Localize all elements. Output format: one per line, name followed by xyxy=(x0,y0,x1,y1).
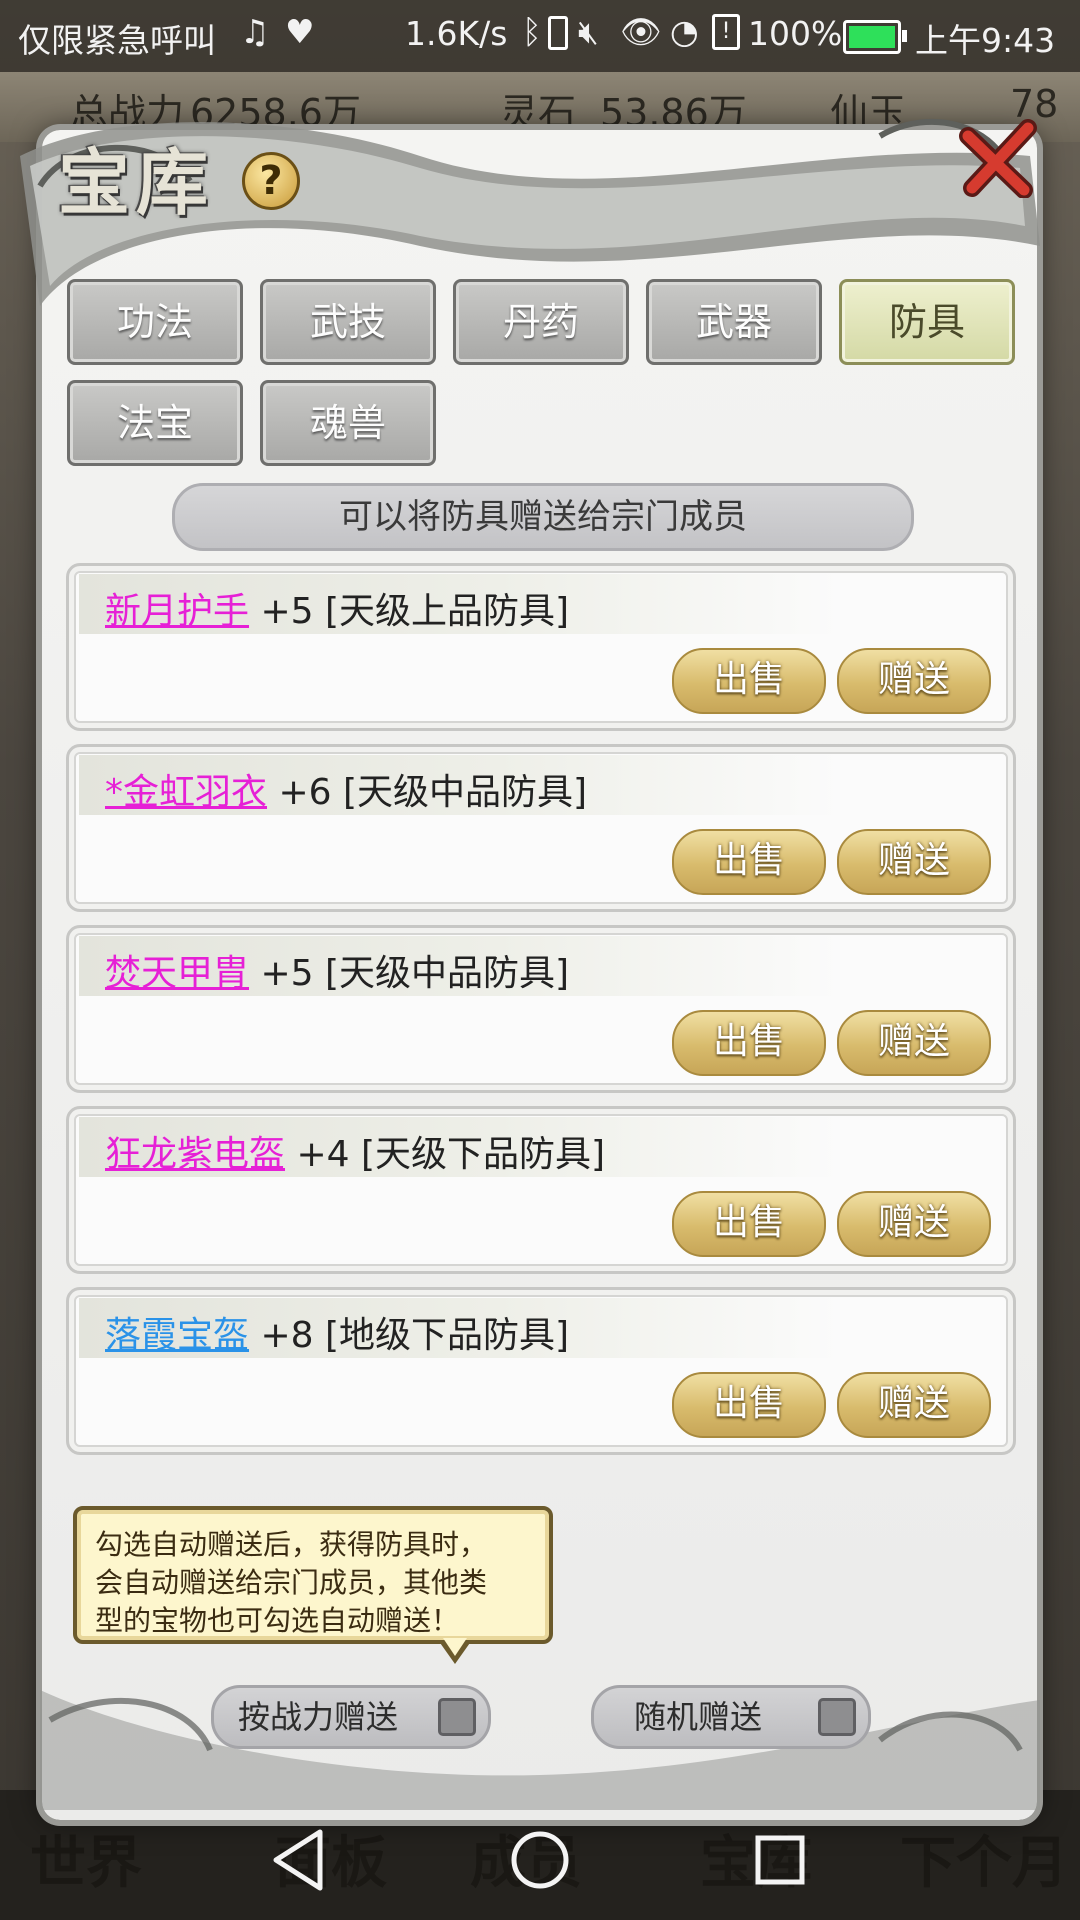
back-icon[interactable] xyxy=(262,1822,338,1898)
item-level: +8 xyxy=(260,1315,314,1356)
tooltip-line: 勾选自动赠送后，获得防具时， xyxy=(95,1528,488,1561)
gift-notice: 可以将防具赠送给宗门成员 xyxy=(172,483,914,551)
bluetooth-icon: ᛒ xyxy=(522,12,542,51)
mute-icon: 🔇︎ xyxy=(578,12,599,51)
item-grade: [地级下品防具] xyxy=(325,1315,570,1356)
tab-wuqi[interactable]: 武器 xyxy=(646,279,822,365)
status-bar: 仅限紧急呼叫 ♫ ♥ 1.6K/s ᛒ 🔇︎ 👁︎ ◔ ! 100% 上午9:4… xyxy=(0,0,1080,72)
item-grade: [天级中品防具] xyxy=(325,953,570,994)
gift-button[interactable]: 赠送 xyxy=(837,1191,991,1257)
carrier-text: 仅限紧急呼叫 xyxy=(18,21,216,60)
tab-hunshou[interactable]: 魂兽 xyxy=(260,380,436,466)
recents-icon[interactable] xyxy=(742,1822,818,1898)
item-title: 焚天甲胄 +5 [天级中品防具] xyxy=(105,944,569,996)
sell-button[interactable]: 出售 xyxy=(672,648,826,714)
item-grade: [天级中品防具] xyxy=(343,772,588,813)
speed-text: 1.6K/s xyxy=(405,14,508,53)
auto-gift-random-checkbox[interactable] xyxy=(818,1698,856,1736)
vibrate-icon xyxy=(548,16,568,50)
item-title: *金虹羽衣 +6 [天级中品防具] xyxy=(105,763,587,815)
item-grade: [天级下品防具] xyxy=(361,1134,606,1175)
clock: 上午9:43 xyxy=(915,21,1056,60)
tooltip-line: 会自动赠送给宗门成员，其他类 xyxy=(95,1566,488,1599)
auto-gift-tooltip: 勾选自动赠送后，获得防具时， 会自动赠送给宗门成员，其他类 型的宝物也可勾选自动… xyxy=(73,1506,553,1644)
tab-gongfa[interactable]: 功法 xyxy=(67,279,243,365)
tab-fabao[interactable]: 法宝 xyxy=(67,380,243,466)
tooltip-arrow-fill xyxy=(443,1638,467,1656)
item-title: 狂龙紫电盔 +4 [天级下品防具] xyxy=(105,1125,605,1177)
auto-gift-by-power-checkbox[interactable] xyxy=(438,1698,476,1736)
item-row: *金虹羽衣 +6 [天级中品防具] 出售 赠送 xyxy=(66,744,1016,912)
gift-button[interactable]: 赠送 xyxy=(837,1372,991,1438)
gift-button[interactable]: 赠送 xyxy=(837,648,991,714)
item-name-link[interactable]: 焚天甲胄 xyxy=(105,953,249,994)
tab-fangju[interactable]: 防具 xyxy=(839,279,1015,365)
home-icon[interactable] xyxy=(502,1822,578,1898)
wifi-icon: ◔ xyxy=(670,12,699,51)
item-name-link[interactable]: *金虹羽衣 xyxy=(105,772,267,813)
sell-button[interactable]: 出售 xyxy=(672,1010,826,1076)
sell-button[interactable]: 出售 xyxy=(672,829,826,895)
sell-button[interactable]: 出售 xyxy=(672,1191,826,1257)
item-row: 落霞宝盔 +8 [地级下品防具] 出售 赠送 xyxy=(66,1287,1016,1455)
tooltip-line: 型的宝物也可勾选自动赠送！ xyxy=(95,1604,460,1637)
item-grade: [天级上品防具] xyxy=(325,591,570,632)
item-row: 狂龙紫电盔 +4 [天级下品防具] 出售 赠送 xyxy=(66,1106,1016,1274)
item-level: +5 xyxy=(260,953,314,994)
item-name-link[interactable]: 狂龙紫电盔 xyxy=(105,1134,285,1175)
item-level: +6 xyxy=(278,772,332,813)
item-name-link[interactable]: 落霞宝盔 xyxy=(105,1315,249,1356)
battery-icon xyxy=(843,20,907,54)
item-row: 新月护手 +5 [天级上品防具] 出售 赠送 xyxy=(66,563,1016,731)
tab-danyao[interactable]: 丹药 xyxy=(453,279,629,365)
sell-button[interactable]: 出售 xyxy=(672,1372,826,1438)
gift-button[interactable]: 赠送 xyxy=(837,829,991,895)
eye-icon: 👁︎ xyxy=(620,12,662,51)
heart-monitor-icon: ♥ xyxy=(285,12,315,51)
dialog-title: 宝库 xyxy=(58,140,215,225)
item-title: 落霞宝盔 +8 [地级下品防具] xyxy=(105,1306,569,1358)
auto-gift-random-label: 随机赠送 xyxy=(634,1698,763,1736)
item-name-link[interactable]: 新月护手 xyxy=(105,591,249,632)
sim-icon: ! xyxy=(712,14,740,50)
help-icon[interactable]: ? xyxy=(242,152,300,210)
system-nav-bar xyxy=(0,1800,1080,1920)
item-row: 焚天甲胄 +5 [天级中品防具] 出售 赠送 xyxy=(66,925,1016,1093)
battery-percent: 100% xyxy=(748,14,843,53)
close-icon[interactable] xyxy=(958,118,1038,198)
item-level: +5 xyxy=(260,591,314,632)
auto-gift-by-power-label: 按战力赠送 xyxy=(238,1698,399,1736)
gift-button[interactable]: 赠送 xyxy=(837,1010,991,1076)
item-level: +4 xyxy=(296,1134,350,1175)
tab-wuji[interactable]: 武技 xyxy=(260,279,436,365)
item-title: 新月护手 +5 [天级上品防具] xyxy=(105,582,569,634)
auto-gift-by-power-toggle[interactable]: 按战力赠送 xyxy=(211,1685,491,1749)
music-icon: ♫ xyxy=(240,12,270,51)
auto-gift-random-toggle[interactable]: 随机赠送 xyxy=(591,1685,871,1749)
